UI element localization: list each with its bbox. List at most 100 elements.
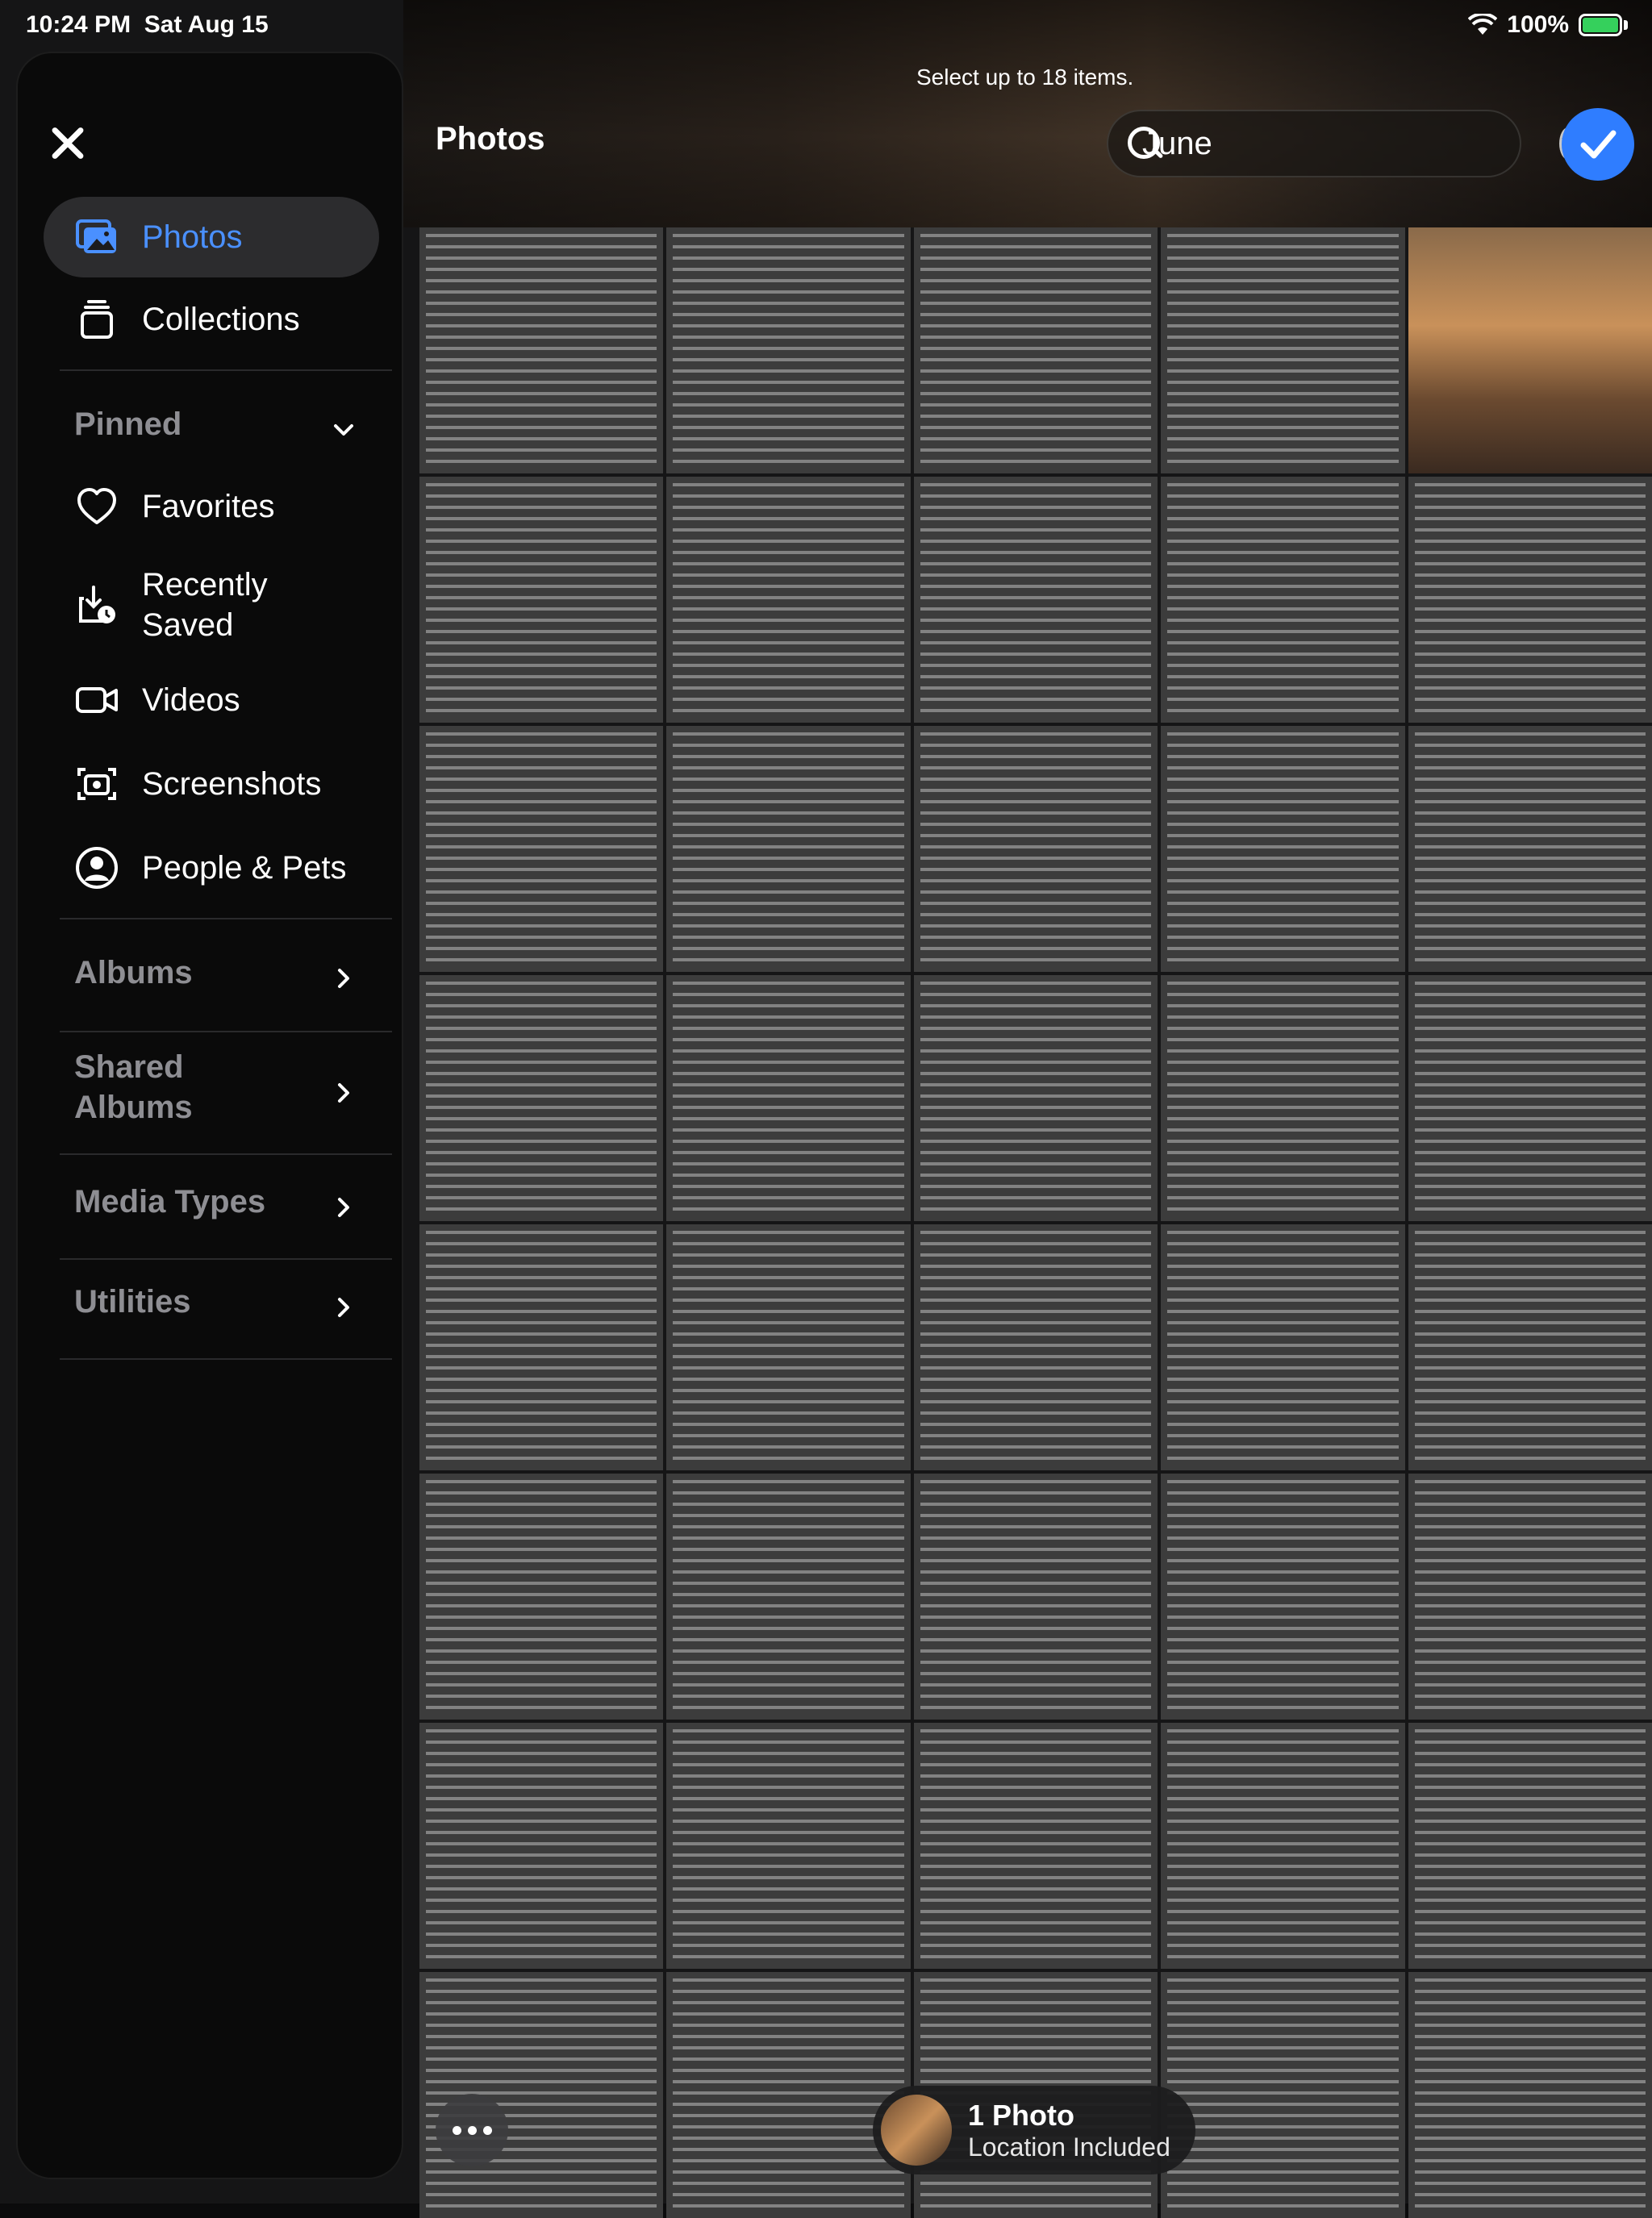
- section-label: Shared Albums: [74, 1049, 193, 1125]
- photo-thumbnail[interactable]: [1408, 1723, 1652, 1969]
- wifi-icon: [1468, 14, 1498, 35]
- heart-icon: [74, 484, 119, 529]
- photo-thumbnail[interactable]: [1161, 477, 1405, 723]
- photo-thumbnail[interactable]: [666, 1723, 911, 1969]
- photo-thumbnail[interactable]: [1408, 975, 1652, 1221]
- sidebar-item-label: Screenshots: [142, 765, 322, 802]
- photo-cells: [419, 227, 1652, 2218]
- photos-icon: [74, 215, 119, 260]
- search-input[interactable]: [1141, 124, 1559, 163]
- photo-thumbnail[interactable]: [1408, 1972, 1652, 2218]
- close-button[interactable]: [44, 119, 92, 168]
- photo-thumbnail[interactable]: [1161, 1474, 1405, 1720]
- selection-summary-button[interactable]: 1 Photo Location Included: [873, 2086, 1195, 2174]
- photo-thumbnail[interactable]: [1408, 1224, 1652, 1470]
- section-label: Albums: [74, 954, 193, 990]
- photo-thumbnail[interactable]: [1408, 227, 1652, 473]
- status-time: 10:24 PM Sat Aug 15: [26, 11, 269, 38]
- divider: [60, 1153, 392, 1155]
- photo-thumbnail[interactable]: [419, 1224, 664, 1470]
- section-pinned[interactable]: Pinned: [44, 392, 379, 457]
- photo-thumbnail[interactable]: [1161, 975, 1405, 1221]
- photo-thumbnail[interactable]: [913, 975, 1158, 1221]
- photo-thumbnail[interactable]: [419, 1723, 664, 1969]
- sidebar-item-recently-saved[interactable]: Recently Saved: [44, 557, 379, 653]
- photo-thumbnail[interactable]: [913, 1723, 1158, 1969]
- checkmark-icon: [1580, 130, 1617, 159]
- photo-thumbnail[interactable]: [666, 1972, 911, 2218]
- sidebar-item-people-pets[interactable]: People & Pets: [44, 836, 379, 900]
- photo-thumbnail[interactable]: [419, 975, 664, 1221]
- photo-thumbnail[interactable]: [1161, 227, 1405, 473]
- location-status: Location Included: [968, 2132, 1170, 2162]
- sidebar-item-label: People & Pets: [142, 849, 347, 886]
- section-utilities[interactable]: Utilities: [44, 1261, 379, 1342]
- section-label: Utilities: [74, 1283, 191, 1320]
- chevron-right-icon: [332, 1076, 355, 1103]
- page-title: Photos: [436, 121, 545, 156]
- status-indicators: 100%: [1468, 11, 1628, 39]
- divider: [60, 1358, 392, 1360]
- section-albums[interactable]: Albums: [44, 932, 379, 1013]
- photo-thumbnail[interactable]: [1408, 1474, 1652, 1720]
- photo-thumbnail[interactable]: [913, 477, 1158, 723]
- photo-thumbnail[interactable]: [1408, 477, 1652, 723]
- photo-thumbnail[interactable]: [419, 227, 664, 473]
- photo-thumbnail[interactable]: [913, 1474, 1158, 1720]
- person-icon: [74, 845, 119, 890]
- photo-thumbnail[interactable]: [666, 1474, 911, 1720]
- section-shared-albums[interactable]: Shared Albums: [44, 1039, 379, 1136]
- divider: [60, 1258, 392, 1260]
- more-options-button[interactable]: [436, 2094, 508, 2166]
- status-bar: 10:24 PM Sat Aug 15 100%: [0, 0, 1652, 50]
- video-icon: [74, 677, 119, 723]
- photo-thumbnail[interactable]: [1161, 726, 1405, 972]
- sidebar-item-label: Photos: [142, 219, 243, 255]
- selected-photo-thumbnail: [881, 2095, 952, 2166]
- photo-thumbnail[interactable]: [666, 227, 911, 473]
- collections-icon: [74, 297, 119, 342]
- divider: [60, 918, 392, 919]
- photo-thumbnail[interactable]: [913, 227, 1158, 473]
- sidebar-item-favorites[interactable]: Favorites: [44, 474, 379, 539]
- selection-count: 1 Photo: [968, 2098, 1074, 2132]
- photo-thumbnail[interactable]: [419, 1474, 664, 1720]
- photo-thumbnail[interactable]: [913, 726, 1158, 972]
- photo-thumbnail[interactable]: [1161, 1723, 1405, 1969]
- chevron-right-icon: [332, 961, 355, 988]
- chevron-down-icon: [332, 413, 355, 436]
- photo-thumbnail[interactable]: [419, 1972, 664, 2218]
- photo-thumbnail[interactable]: [1408, 726, 1652, 972]
- sidebar-item-screenshots[interactable]: Screenshots: [44, 752, 379, 816]
- chevron-right-icon: [332, 1290, 355, 1317]
- sidebar: Photos Collections Pinned Favorites Rece…: [16, 52, 403, 2179]
- done-button[interactable]: [1562, 108, 1634, 181]
- sidebar-item-label: Favorites: [142, 488, 275, 524]
- photo-thumbnail[interactable]: [913, 1224, 1158, 1470]
- photo-thumbnail[interactable]: [666, 1224, 911, 1470]
- sidebar-item-collections[interactable]: Collections: [44, 287, 379, 352]
- section-label: Pinned: [74, 406, 182, 442]
- divider: [60, 369, 392, 371]
- photo-thumbnail[interactable]: [1161, 1972, 1405, 2218]
- screenshot-icon: [74, 761, 119, 807]
- photo-thumbnail[interactable]: [1161, 1224, 1405, 1470]
- photo-thumbnail[interactable]: [666, 726, 911, 972]
- sidebar-item-label: Videos: [142, 682, 240, 718]
- battery-icon: [1579, 14, 1622, 36]
- search-field[interactable]: ✕: [1107, 110, 1577, 177]
- selection-hint: Select up to 18 items.: [916, 65, 1134, 90]
- photo-thumbnail[interactable]: [419, 726, 664, 972]
- battery-percent: 100%: [1507, 11, 1569, 38]
- section-media-types[interactable]: Media Types: [44, 1161, 379, 1242]
- section-label: Media Types: [74, 1183, 266, 1219]
- sidebar-item-photos[interactable]: Photos: [44, 197, 379, 277]
- photo-thumbnail[interactable]: [666, 975, 911, 1221]
- chevron-right-icon: [332, 1190, 355, 1217]
- sidebar-item-label: Recently Saved: [142, 567, 268, 643]
- divider: [60, 1031, 392, 1032]
- battery-tip: [1624, 20, 1628, 30]
- photo-thumbnail[interactable]: [666, 477, 911, 723]
- sidebar-item-videos[interactable]: Videos: [44, 668, 379, 732]
- photo-thumbnail[interactable]: [419, 477, 664, 723]
